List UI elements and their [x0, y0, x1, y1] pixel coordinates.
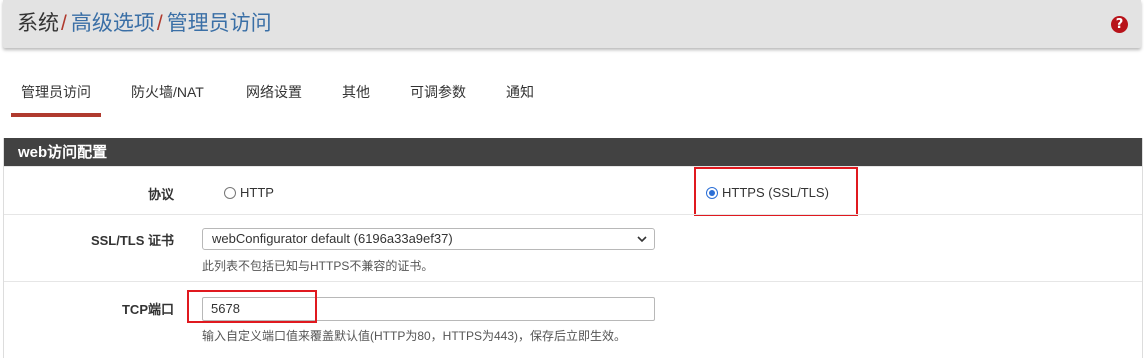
protocol-row: 协议 HTTP HTTPS (SSL/TLS)	[4, 166, 1142, 216]
http-radio[interactable]	[224, 186, 236, 199]
tab-notifications[interactable]: 通知	[496, 76, 544, 116]
tab-firewall-nat[interactable]: 防火墙/NAT	[121, 76, 214, 116]
breadcrumb-admin-access[interactable]: 管理员访问	[167, 12, 272, 35]
breadcrumb-system: 系统	[17, 12, 59, 35]
breadcrumb-advanced[interactable]: 高级选项	[71, 12, 155, 35]
tab-bar: 管理员访问 防火墙/NAT 网络设置 其他 可调参数 通知	[3, 76, 1141, 118]
tcp-port-label: TCP端口	[121, 302, 174, 317]
breadcrumb-separator: /	[156, 12, 163, 35]
ssl-cert-select[interactable]: webConfigurator default (6196a33a9ef37)	[202, 228, 655, 250]
page-header: 系统/高级选项/管理员访问 ?	[3, 0, 1141, 48]
tcp-port-row: TCP端口 5678 输入自定义端口值来覆盖默认值(HTTP为80，HTTPS为…	[4, 281, 1142, 359]
protocol-label: 协议	[147, 187, 174, 202]
question-circle-icon[interactable]: ?	[1111, 16, 1128, 33]
http-radio-label: HTTP	[240, 185, 274, 200]
ssl-cert-label: SSL/TLS 证书	[90, 233, 174, 248]
tab-misc[interactable]: 其他	[332, 76, 380, 116]
tcp-port-help: 输入自定义端口值来覆盖默认值(HTTP为80，HTTPS为443)，保存后立即生…	[202, 329, 627, 343]
ssl-cert-selected-value: webConfigurator default (6196a33a9ef37)	[212, 231, 453, 246]
tcp-port-highlight-box	[187, 290, 317, 323]
tab-network-settings[interactable]: 网络设置	[236, 76, 312, 116]
breadcrumb: 系统/高级选项/管理员访问	[17, 11, 272, 37]
web-access-panel: web访问配置 协议 HTTP HTTPS (SSL/TLS) SSL/TLS …	[3, 138, 1143, 358]
ssl-cert-row: SSL/TLS 证书 webConfigurator default (6196…	[4, 214, 1142, 282]
protocol-option-http[interactable]: HTTP	[224, 185, 274, 200]
https-highlight-box	[694, 167, 858, 216]
panel-title: web访问配置	[4, 138, 1142, 166]
tab-admin-access[interactable]: 管理员访问	[11, 76, 101, 117]
breadcrumb-separator: /	[61, 12, 67, 35]
chevron-down-icon	[637, 236, 647, 243]
tab-tunables[interactable]: 可调参数	[400, 76, 476, 116]
ssl-cert-help: 此列表不包括已知与HTTPS不兼容的证书。	[202, 259, 434, 273]
